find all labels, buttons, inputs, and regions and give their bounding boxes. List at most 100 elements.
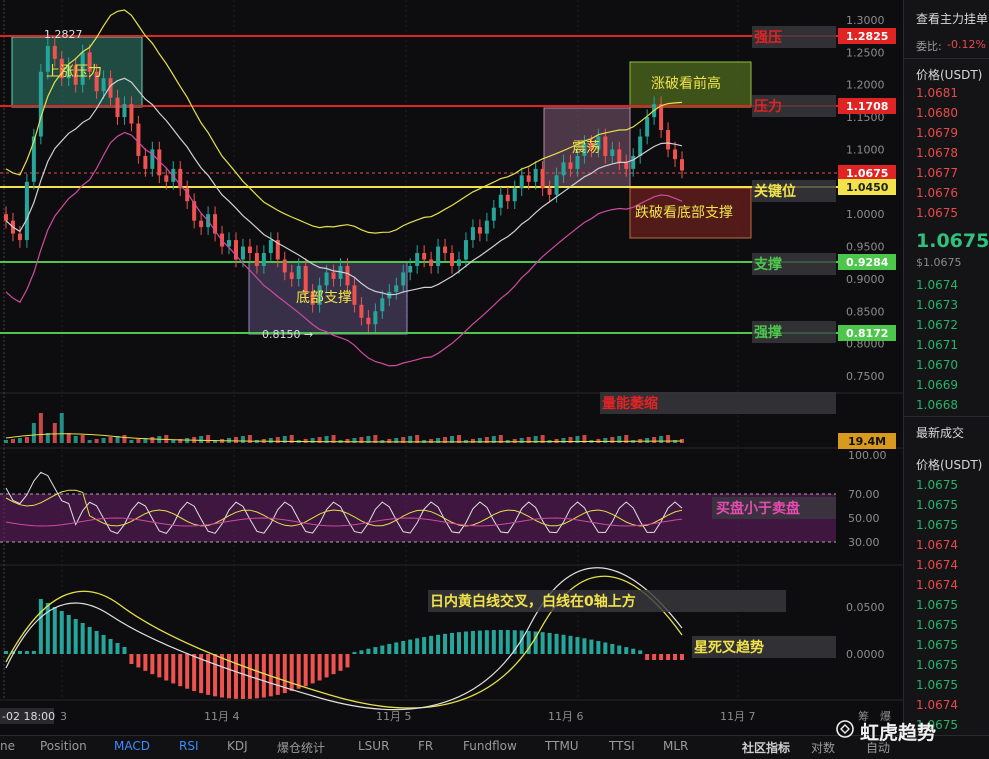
bid-price[interactable]: 1.0669	[916, 378, 958, 392]
trade-price[interactable]: 1.0675	[916, 658, 958, 672]
ask-price[interactable]: 1.0676	[916, 186, 958, 200]
tab-4[interactable]: KDJ	[227, 739, 248, 753]
macd-bar	[178, 654, 183, 687]
resist-box-label: 上涨压力	[46, 64, 102, 80]
candle-body	[345, 265, 350, 286]
tab-1[interactable]: Position	[40, 739, 87, 753]
macd-bar	[115, 643, 120, 654]
tab-12[interactable]: 社区指标	[742, 739, 790, 756]
tab-2[interactable]: MACD	[114, 739, 150, 753]
tab-0[interactable]: ne	[0, 739, 15, 753]
trade-price[interactable]: 1.0675	[916, 598, 958, 612]
volume-bar	[247, 435, 252, 443]
candle-body	[401, 272, 406, 286]
macd-bar	[87, 627, 92, 654]
macd-bar	[638, 650, 643, 654]
macd-bar	[220, 654, 225, 698]
volume-bar	[659, 436, 664, 443]
volume-bar	[268, 438, 273, 443]
trade-price[interactable]: 1.0674	[916, 558, 958, 572]
volume-bar	[345, 439, 350, 443]
macd-bar	[66, 615, 71, 654]
bid-price[interactable]: 1.0668	[916, 398, 958, 412]
candle-body	[373, 311, 378, 325]
tab-7[interactable]: FR	[418, 739, 433, 753]
trades-title[interactable]: 最新成交	[916, 424, 964, 441]
trade-price[interactable]: 1.0674	[916, 698, 958, 712]
ask-price[interactable]: 1.0675	[916, 206, 958, 220]
candle-body	[422, 253, 427, 260]
macd-bar	[352, 652, 357, 654]
tab-10[interactable]: TTSI	[609, 739, 635, 753]
macd-bar	[136, 654, 141, 668]
macd-bar	[331, 654, 336, 675]
order-book-title[interactable]: 查看主力挂单	[916, 10, 988, 27]
bid-price[interactable]: 1.0670	[916, 358, 958, 372]
ask-price[interactable]: 1.0681	[916, 86, 958, 100]
tab-9[interactable]: TTMU	[545, 739, 579, 753]
macd-bar	[17, 651, 22, 654]
macd-bar	[659, 654, 664, 660]
candle-body	[52, 45, 57, 59]
macd-bar	[415, 638, 420, 654]
ask-price[interactable]: 1.0680	[916, 106, 958, 120]
volume-bar	[171, 440, 176, 443]
bid-price[interactable]: 1.0673	[916, 298, 958, 312]
price-header: 价格(USDT)	[916, 68, 983, 82]
volume-bar	[617, 436, 622, 443]
tab-8[interactable]: Fundflow	[463, 739, 517, 753]
volume-bar	[470, 439, 475, 443]
volume-bar	[31, 423, 36, 443]
candle-body	[617, 149, 622, 163]
tab-13[interactable]: 对数	[811, 739, 835, 756]
trade-price[interactable]: 1.0674	[916, 538, 958, 552]
macd-bar	[338, 654, 343, 671]
tab-11[interactable]: MLR	[663, 739, 688, 753]
tab-3[interactable]: RSI	[179, 739, 199, 753]
tab-6[interactable]: LSUR	[358, 739, 389, 753]
trade-price[interactable]: 1.0675	[916, 678, 958, 692]
tab-5[interactable]: 爆仓统计	[277, 739, 325, 756]
ask-price[interactable]: 1.0678	[916, 146, 958, 160]
candle-body	[38, 71, 43, 137]
level-label: 支撑	[753, 256, 782, 273]
candle-body	[443, 246, 448, 254]
macd-bar	[150, 654, 155, 675]
bid-price[interactable]: 1.0671	[916, 338, 958, 352]
candle-body	[463, 240, 468, 260]
macd-bar	[73, 619, 78, 654]
macd-bar	[192, 654, 197, 692]
trade-price[interactable]: 1.0675	[916, 618, 958, 632]
chart-canvas[interactable]: 1.30001.25001.20001.15001.10001.05001.00…	[0, 0, 903, 735]
bid-price[interactable]: 1.0674	[916, 278, 958, 292]
macd-note: 日内黄白线交叉，白线在0轴上方	[430, 593, 636, 610]
candle-body	[129, 104, 134, 124]
macd-bar	[373, 647, 378, 654]
trade-price[interactable]: 1.0675	[916, 518, 958, 532]
bid-price[interactable]: 1.0672	[916, 318, 958, 332]
price-tick: 1.0000	[846, 208, 885, 221]
trade-price[interactable]: 1.0675	[916, 498, 958, 512]
macd-bar	[680, 654, 684, 660]
candle-body	[533, 168, 538, 182]
trade-price[interactable]: 1.0675	[916, 478, 958, 492]
volume-bar	[645, 438, 650, 443]
candle-body	[31, 136, 36, 182]
ask-price[interactable]: 1.0679	[916, 126, 958, 140]
price-tick: 0.9500	[846, 241, 885, 254]
volume-bar	[87, 440, 92, 443]
ask-price[interactable]: 1.0677	[916, 166, 958, 180]
candle-body	[136, 123, 141, 156]
trade-price[interactable]: 1.0675	[916, 638, 958, 652]
volume-bar	[52, 423, 57, 443]
candle-body	[380, 298, 385, 312]
candle-body	[143, 155, 148, 169]
price-tag: 1.2825	[846, 30, 888, 43]
macd-bar	[80, 623, 85, 654]
macd-bar	[171, 654, 176, 684]
trade-price[interactable]: 1.0674	[916, 578, 958, 592]
macd-bar	[317, 654, 322, 681]
volume-bar	[603, 438, 608, 443]
candle-body	[268, 240, 273, 254]
volume-bar	[275, 437, 280, 443]
